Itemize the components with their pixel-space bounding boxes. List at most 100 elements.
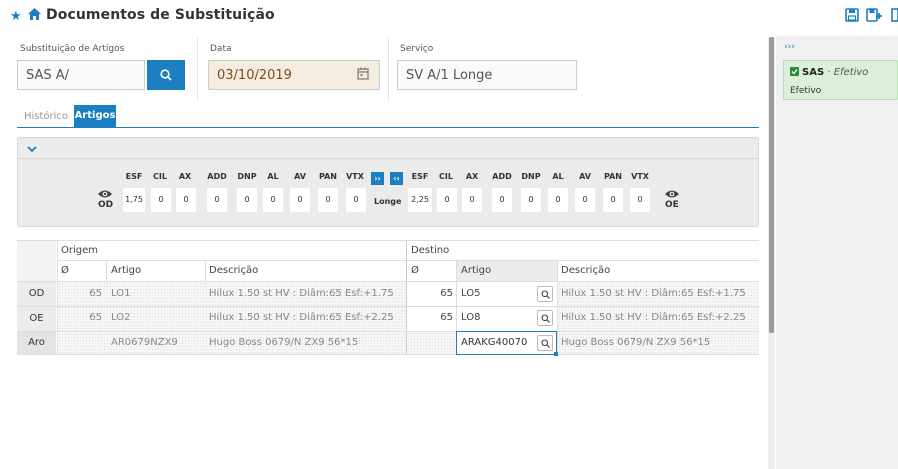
divider (388, 38, 389, 100)
rx-header: AV (579, 172, 591, 181)
rx-header: ADD (207, 172, 227, 181)
divider (197, 38, 198, 100)
od-dnp-input[interactable]: 0 (237, 188, 257, 212)
origin-artigo: AR0679NZX9 (111, 337, 178, 348)
origin-artigo: LO1 (111, 288, 131, 299)
row-divider (17, 331, 759, 332)
check-icon (790, 67, 799, 76)
rx-header: AX (178, 172, 192, 181)
lookup-button[interactable] (537, 310, 553, 326)
lookup-button[interactable] (537, 335, 553, 351)
scrollbar-thumb[interactable] (769, 37, 774, 333)
card-status: Efetivo (790, 86, 822, 96)
page-root: ★ Documentos de Substituição Substituiçã… (0, 0, 898, 469)
chevron-down-icon[interactable] (27, 143, 37, 156)
od-add-input[interactable]: 0 (207, 188, 227, 212)
col-header-diam: Ø (411, 265, 419, 276)
col-header-desc: Descrição (561, 265, 611, 276)
dest-desc: Hilux 1.50 st HV : Diâm:65 Esf:+2.25 (561, 312, 746, 323)
subst-input[interactable]: SAS A/ (17, 60, 145, 90)
origin-desc: Hilux 1.50 st HV : Diâm:65 Esf:+1.75 (209, 288, 394, 299)
card-status-inline: Efetivo (833, 67, 869, 78)
rx-header: ADD (492, 172, 512, 181)
prescription-panel (17, 137, 759, 227)
row-divider (57, 260, 759, 261)
favorite-star-icon[interactable]: ★ (10, 9, 22, 24)
dest-artigo-input[interactable]: LO5 (461, 288, 480, 299)
panel-divider (17, 158, 759, 159)
dest-diam[interactable]: 65 (407, 288, 453, 299)
rx-header: AV (294, 172, 306, 181)
calendar-icon[interactable] (357, 67, 369, 83)
data-label: Data (210, 44, 232, 54)
mode-label: Longe (374, 197, 402, 206)
document-card[interactable]: SAS · Efetivo Efetivo (783, 60, 898, 100)
dest-diam[interactable]: 65 (407, 312, 453, 323)
od-pan-input[interactable]: 0 (318, 188, 338, 212)
tab-underline (17, 127, 759, 128)
card-header: SAS · Efetivo (790, 67, 868, 78)
row-divider (17, 306, 759, 307)
tab-artigos[interactable]: Artigos (74, 105, 116, 127)
page-title: Documentos de Substituição (46, 7, 275, 23)
origin-artigo: LO2 (111, 312, 131, 323)
dest-desc: Hilux 1.50 st HV : Diâm:65 Esf:+1.75 (561, 288, 746, 299)
oe-cil-input[interactable]: 0 (437, 188, 457, 212)
copy-left-button[interactable]: ‹‹ (390, 172, 403, 185)
fill-handle[interactable] (554, 352, 558, 356)
card-title: SAS (802, 67, 825, 78)
tab-historico[interactable]: Histórico (24, 111, 68, 122)
oe-add-input[interactable]: 0 (492, 188, 512, 212)
col-header-artigo: Artigo (461, 265, 492, 276)
oe-pan-input[interactable]: 0 (603, 188, 623, 212)
corner-cell (17, 241, 56, 281)
od-vtx-input[interactable]: 0 (346, 188, 366, 212)
rx-header: AX (465, 172, 479, 181)
rx-header: VTX (631, 172, 649, 181)
od-label: OD (98, 200, 114, 210)
od-av-input[interactable]: 0 (290, 188, 310, 212)
oe-vtx-input[interactable]: 0 (630, 188, 650, 212)
servico-label: Serviço (400, 44, 434, 54)
rx-header: AL (267, 172, 279, 181)
home-icon[interactable] (28, 8, 41, 24)
oe-ax-input[interactable]: 0 (462, 188, 482, 212)
rx-header: PAN (603, 172, 622, 181)
oe-esf-input[interactable]: 2,25 (408, 188, 432, 212)
origin-diam: 65 (89, 288, 102, 299)
oe-al-input[interactable]: 0 (548, 188, 568, 212)
save-icon[interactable] (845, 8, 861, 24)
more-icon[interactable] (890, 8, 898, 24)
od-esf-input[interactable]: 1,75 (123, 188, 145, 212)
dest-artigo-input[interactable]: ARAKG40070 (461, 337, 527, 348)
save-new-icon[interactable] (866, 8, 882, 24)
expand-panel-button[interactable]: ››› (784, 42, 795, 52)
copy-right-button[interactable]: ›› (371, 172, 384, 185)
col-header-diam: Ø (61, 265, 69, 276)
subst-label: Substituição de Artigos (20, 44, 125, 54)
search-icon (541, 314, 550, 323)
group-origem: Origem (61, 245, 99, 256)
od-al-input[interactable]: 0 (263, 188, 283, 212)
oe-av-input[interactable]: 0 (575, 188, 595, 212)
dest-artigo-input[interactable]: LO8 (461, 312, 480, 323)
row-label-oe: OE (17, 307, 56, 331)
rx-header: VTX (346, 172, 364, 181)
origin-desc: Hugo Boss 0679/N ZX9 56*15 (209, 337, 359, 348)
search-button[interactable] (147, 60, 185, 90)
date-input[interactable]: 03/10/2019 (208, 60, 380, 90)
side-panel (776, 36, 898, 469)
row-label-od: OD (17, 282, 56, 306)
od-cil-input[interactable]: 0 (151, 188, 171, 212)
oe-dnp-input[interactable]: 0 (521, 188, 541, 212)
servico-input[interactable]: SV A/1 Longe (397, 60, 577, 90)
lookup-button[interactable] (537, 286, 553, 302)
col-header-artigo: Artigo (111, 265, 142, 276)
rx-header: AL (552, 172, 564, 181)
search-icon (541, 290, 550, 299)
oe-label: OE (665, 200, 679, 210)
search-icon (160, 69, 172, 81)
od-ax-input[interactable]: 0 (176, 188, 196, 212)
dest-desc: Hugo Boss 0679/N ZX9 56*15 (561, 337, 711, 348)
origin-desc: Hilux 1.50 st HV : Diâm:65 Esf:+2.25 (209, 312, 394, 323)
